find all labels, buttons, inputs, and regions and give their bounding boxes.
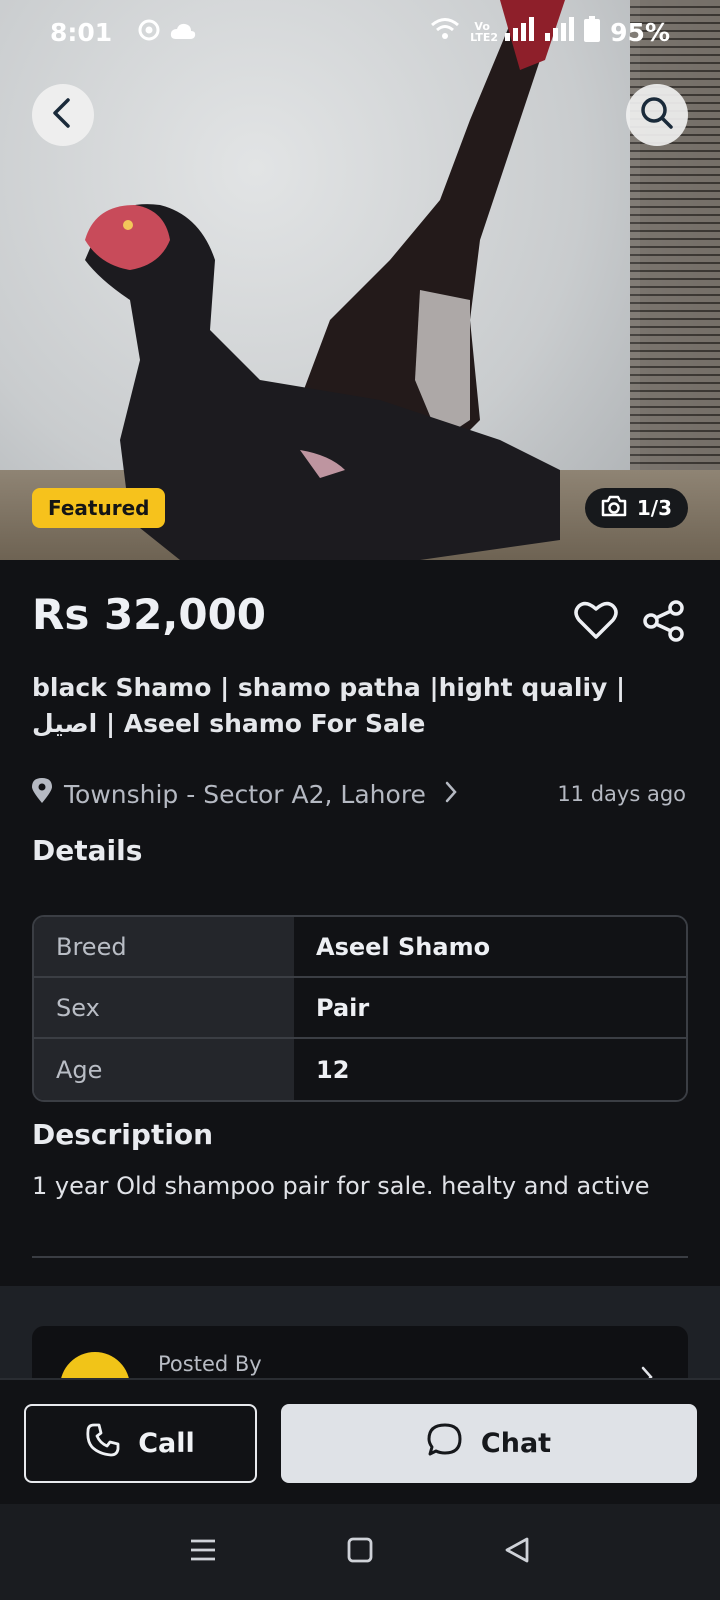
- location-text: Township - Sector A2, Lahore: [64, 779, 426, 809]
- battery-icon: [584, 16, 601, 48]
- phone-icon: [86, 1423, 120, 1464]
- table-row: Breed Aseel Shamo: [34, 917, 686, 978]
- bottom-action-bar: Call Chat: [0, 1378, 720, 1504]
- status-time: 8:01: [50, 17, 113, 47]
- back-button[interactable]: [32, 84, 94, 146]
- detail-key: Age: [34, 1039, 294, 1100]
- chrome-icon: [138, 18, 160, 47]
- featured-badge: Featured: [32, 488, 166, 528]
- listing-price: Rs 32,000: [32, 590, 267, 639]
- detail-key: Sex: [34, 978, 294, 1039]
- call-label: Call: [138, 1428, 195, 1459]
- camera-icon: [601, 495, 627, 522]
- battery-level: 95%: [610, 17, 670, 47]
- detail-value: Aseel Shamo: [294, 917, 686, 978]
- detail-value: 12: [294, 1039, 686, 1100]
- seller-card[interactable]: Posted By: [32, 1326, 688, 1386]
- search-button[interactable]: [626, 84, 688, 146]
- table-row: Age 12: [34, 1039, 686, 1100]
- signal-icon-2: [544, 17, 575, 47]
- favorite-button[interactable]: [574, 600, 618, 644]
- chat-bubble-icon: [427, 1423, 463, 1464]
- location-link[interactable]: Township - Sector A2, Lahore: [32, 778, 458, 810]
- posted-by-label: Posted By: [158, 1352, 262, 1376]
- share-icon: [642, 600, 686, 646]
- chat-label: Chat: [480, 1428, 552, 1459]
- status-bar: 8:01 Vo LTE2 95%: [0, 0, 720, 64]
- menu-icon[interactable]: [189, 1538, 217, 1566]
- description-heading: Description: [32, 1118, 214, 1151]
- location-pin-icon: [32, 778, 52, 810]
- rooster-illustration: [85, 0, 565, 560]
- detail-value: Pair: [294, 978, 686, 1039]
- listing-title: black Shamo | shamo patha |hight qualiy …: [32, 673, 626, 738]
- description-text: 1 year Old shampoo pair for sale. healty…: [32, 1172, 650, 1200]
- detail-key: Breed: [34, 917, 294, 978]
- photo-counter-text: 1/3: [636, 496, 672, 520]
- details-table: Breed Aseel Shamo Sex Pair Age 12: [32, 915, 688, 1102]
- cloud-icon: [170, 18, 196, 47]
- signal-icon: [504, 17, 535, 47]
- chat-button[interactable]: Chat: [281, 1404, 697, 1483]
- volte-label: Vo LTE2: [470, 20, 499, 44]
- call-button[interactable]: Call: [24, 1404, 257, 1483]
- back-triangle-icon[interactable]: [503, 1536, 531, 1568]
- posted-time: 11 days ago: [557, 782, 686, 806]
- search-icon: [640, 96, 674, 134]
- system-nav-bar: [0, 1504, 720, 1600]
- chevron-right-icon: [444, 780, 458, 809]
- details-heading: Details: [32, 834, 143, 867]
- photo-counter[interactable]: 1/3: [584, 488, 688, 528]
- listing-photo[interactable]: [0, 0, 720, 560]
- wifi-icon: [430, 17, 460, 47]
- chevron-left-icon: [50, 98, 76, 132]
- home-icon[interactable]: [347, 1537, 373, 1567]
- heart-icon: [574, 601, 618, 644]
- share-button[interactable]: [642, 600, 686, 646]
- table-row: Sex Pair: [34, 978, 686, 1039]
- divider: [32, 1256, 688, 1258]
